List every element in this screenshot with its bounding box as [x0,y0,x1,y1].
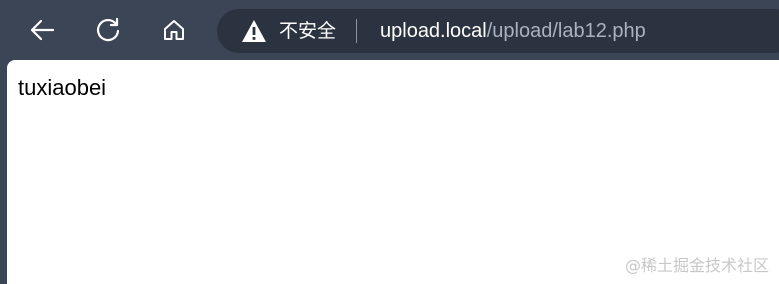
home-icon [164,20,184,40]
address-bar[interactable]: 不安全 upload.local/upload/lab12.php [217,9,779,53]
address-separator [356,19,357,43]
reload-button[interactable] [88,10,128,50]
url-path: /upload/lab12.php [486,20,646,42]
browser-toolbar: 不安全 upload.local/upload/lab12.php [0,0,779,60]
reload-icon [96,17,120,42]
page-body-text: tuxiaobei [18,75,107,100]
back-button[interactable] [22,10,62,50]
security-status-label[interactable]: 不安全 [279,20,336,42]
home-button[interactable] [154,10,194,50]
page-content: tuxiaobei @稀土掘金技术社区 [7,60,779,284]
url-text[interactable]: upload.local/upload/lab12.php [380,19,646,43]
url-host: upload.local [380,20,487,42]
warning-icon[interactable] [241,19,267,43]
back-arrow-icon [30,19,55,41]
watermark: @稀土掘金技术社区 [624,256,769,275]
